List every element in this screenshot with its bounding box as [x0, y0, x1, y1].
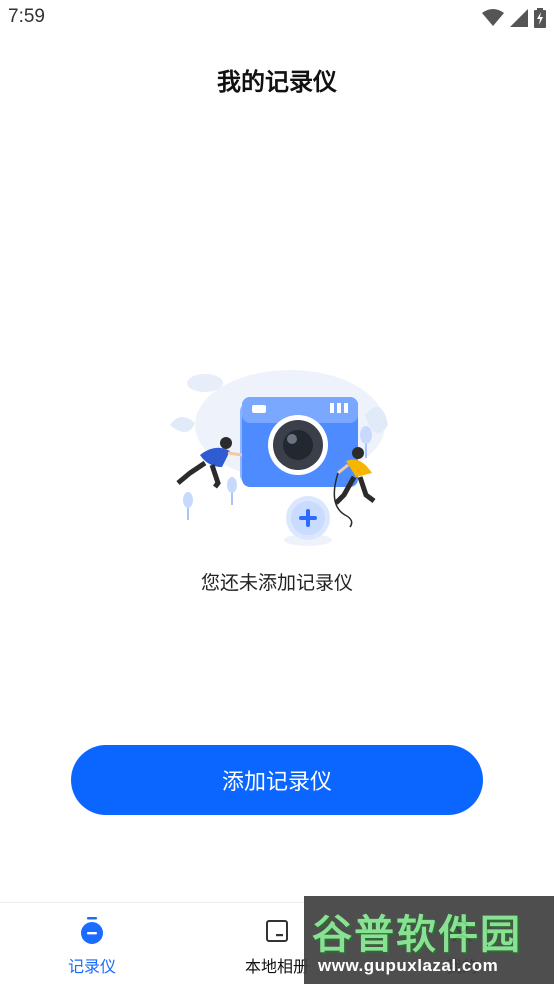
page-title: 我的记录仪	[217, 68, 337, 96]
wifi-icon	[482, 9, 504, 26]
status-bar: 7:59	[0, 0, 554, 38]
camera-add-illustration	[170, 370, 388, 546]
album-icon	[263, 917, 291, 945]
add-recorder-button[interactable]: 添加记录仪	[71, 745, 483, 815]
tab-label: 记录仪	[67, 957, 116, 976]
watermark: 谷普软件园 www.gupuxlazal.com	[304, 896, 554, 984]
watermark-title: 谷普软件园	[312, 912, 522, 958]
tab-recorder[interactable]: 记录仪	[22, 903, 162, 985]
battery-charging-icon	[534, 8, 546, 28]
recorder-icon	[78, 917, 106, 945]
cell-signal-icon	[510, 9, 528, 27]
tab-label: 本地相册	[244, 957, 309, 976]
status-time: 7:59	[8, 6, 45, 27]
empty-state-message: 您还未添加记录仪	[200, 572, 353, 594]
watermark-url: www.gupuxlazal.com	[318, 956, 499, 975]
status-icons	[482, 8, 546, 28]
